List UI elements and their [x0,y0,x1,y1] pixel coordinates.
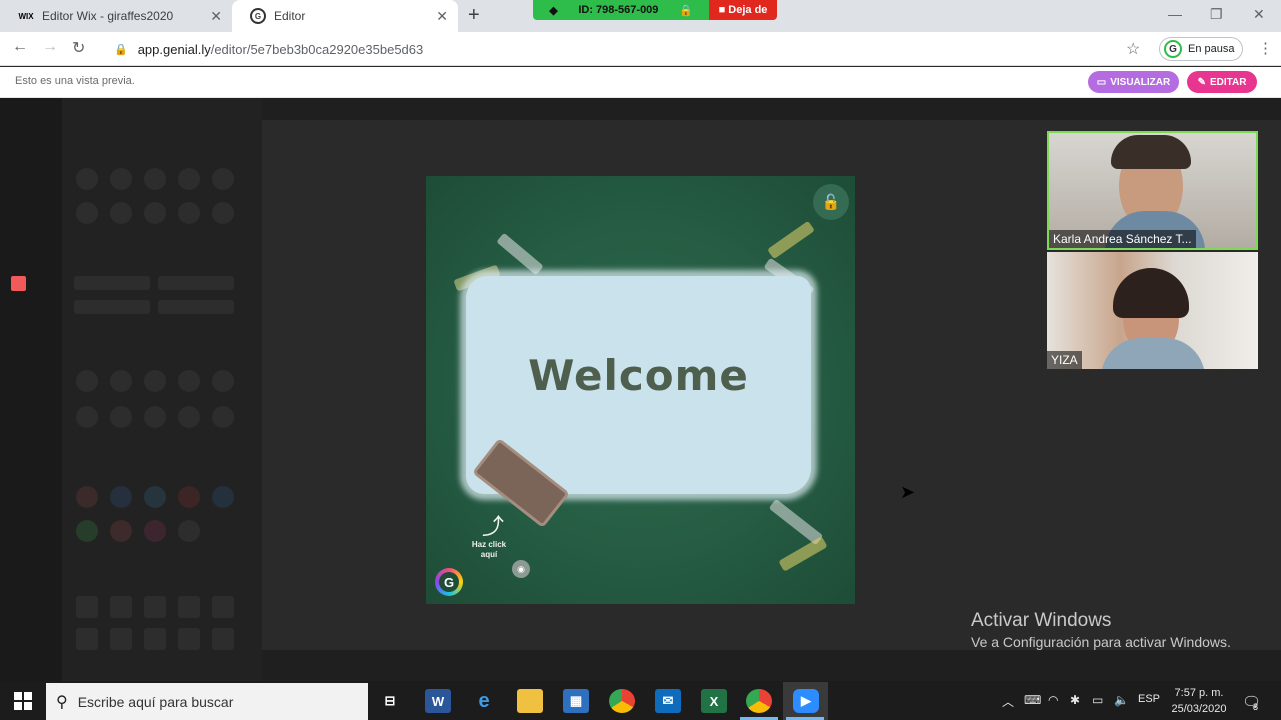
curved-arrow-icon: ⤴ [482,514,505,539]
mouse-cursor-icon: ➤ [900,482,916,502]
taskbar-clock[interactable]: 7:57 p. m. 25/03/2020 [1166,685,1232,717]
new-tab-button[interactable]: + [468,4,480,27]
video-tile-yiza[interactable]: YIZA [1047,252,1258,369]
maximize-button[interactable]: ❐ [1210,6,1223,23]
chrome-icon[interactable] [609,689,635,713]
back-arrow-icon[interactable]: ← [12,38,28,56]
kebab-menu-icon[interactable]: ⋮ [1258,39,1273,57]
stop-icon: ■ [718,4,729,16]
tab-wix-editor[interactable]: WIX Editor Wix - giraffes2020 ✕ [0,0,232,32]
avatar: G [1164,40,1182,58]
windows-start-icon[interactable] [14,692,32,710]
wifi-icon[interactable]: ◠ [1048,693,1058,707]
battery-icon[interactable]: ▭ [1092,693,1103,707]
star-icon[interactable]: ☆ [1126,39,1140,59]
word-icon[interactable]: W [425,689,451,713]
record-indicator [11,276,26,291]
participant-hair [1113,268,1189,318]
editor-left-rail [0,98,62,681]
lock-icon: 🔒 [114,43,128,56]
profile-button[interactable]: G En pausa [1159,37,1243,61]
stop-share-label: Deja de [728,4,768,16]
notification-icon[interactable]: 🗨 [1242,693,1261,711]
participant-hair [1111,135,1191,169]
address-bar[interactable]: 🔒 app.genial.ly /editor/5e7beb3b0ca2920e… [102,36,1150,62]
preview-notice: Esto es una vista previa. [15,75,135,87]
settings-gear-icon[interactable]: ✱ [1070,693,1080,707]
close-window-button[interactable]: ✕ [1253,6,1265,23]
minimize-button[interactable]: — [1168,6,1182,22]
visualize-button[interactable]: ▭ VISUALIZAR [1088,71,1179,93]
zoom-meeting-bar: ◆ ID: 798-567-009 🔒 ■ Deja de [533,0,777,20]
clock-time: 7:57 p. m. [1174,687,1224,699]
chevron-up-icon[interactable]: ︿ [1002,693,1014,710]
unlock-icon[interactable]: 🔓 [813,184,849,220]
url-host: app.genial.ly [137,41,211,57]
click-hint: Haz click aquí [471,540,507,559]
task-view-icon[interactable]: ⊟ [377,689,403,713]
shield-icon: ◆ [549,4,558,17]
search-icon: ⚲ [56,693,68,711]
eye-icon[interactable]: ◉ [512,560,530,578]
tab-label: Editor [274,9,306,23]
chalk-decoration [768,498,824,546]
chalk-decoration [767,220,815,260]
keyboard-icon[interactable]: ⌨ [1024,693,1041,707]
tab-label: Editor Wix - giraffes2020 [42,9,174,23]
chalk-decoration [778,536,828,572]
language-indicator[interactable]: ESP [1138,693,1160,705]
notification-count: 8 [1253,702,1259,712]
chalk-decoration [496,232,544,276]
activation-subtitle: Ve a Configuración para activar Windows. [971,634,1231,650]
lock-icon: 🔒 [678,4,693,17]
slide-title: Welcome [528,351,749,400]
chrome-icon[interactable] [746,689,772,713]
genially-logo-icon[interactable]: G [435,568,463,596]
search-placeholder: Escribe aquí para buscar [77,693,234,710]
pencil-icon: ✎ [1197,76,1206,88]
welcome-slide: Welcome ⤴ Haz click aquí G ◉ 🔓 [426,176,855,604]
stop-share-button[interactable]: ■ Deja de [709,0,777,20]
tab-genially-editor[interactable]: G Editor ✕ [232,0,458,32]
file-explorer-icon[interactable] [517,689,543,713]
wix-icon: WIX [18,11,34,21]
video-tile-karla[interactable]: Karla Andrea Sánchez T... [1047,131,1258,250]
activation-title: Activar Windows [971,610,1112,631]
editor-side-panel [62,98,262,681]
participant-name: YIZA [1047,351,1082,369]
store-icon[interactable]: ▦ [563,689,589,713]
edit-label: EDITAR [1209,76,1247,88]
excel-icon[interactable]: X [701,689,727,713]
close-icon[interactable]: ✕ [210,8,222,25]
genially-icon: G [250,8,266,24]
monitor-icon: ▭ [1096,76,1107,88]
close-icon[interactable]: ✕ [436,8,448,25]
edge-icon[interactable]: e [471,689,497,713]
clock-date: 25/03/2020 [1171,703,1227,715]
zoom-icon[interactable]: ▶ [793,689,819,713]
reload-icon[interactable]: ↻ [72,38,85,58]
edit-button[interactable]: ✎ EDITAR [1187,71,1257,93]
profile-status: En pausa [1188,43,1235,55]
meeting-id: ID: 798-567-009 [578,4,659,16]
url-path: /editor/5e7beb3b0ca2920e35be5d63 [210,41,424,57]
volume-icon[interactable]: 🔈 [1114,693,1129,707]
forward-arrow-icon[interactable]: → [42,38,58,56]
participant-name: Karla Andrea Sánchez T... [1049,230,1196,248]
mail-icon[interactable]: ✉ [655,689,681,713]
visualize-label: VISUALIZAR [1110,76,1171,88]
participant-shirt [1101,338,1205,369]
meeting-id-badge[interactable]: ◆ ID: 798-567-009 🔒 [533,0,709,20]
taskbar-search-input[interactable]: ⚲ Escribe aquí para buscar [46,683,368,720]
